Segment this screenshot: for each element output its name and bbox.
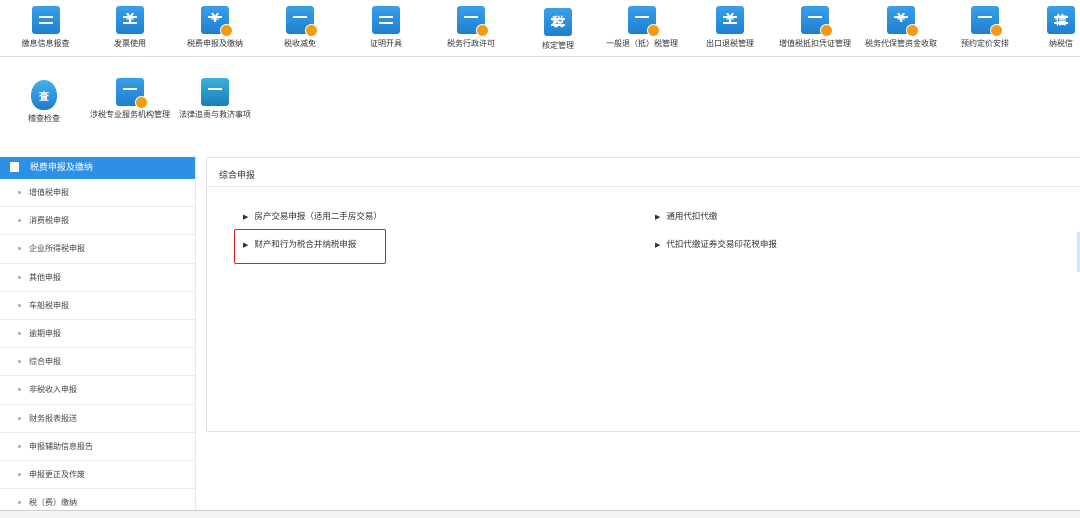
bullet-icon xyxy=(18,501,21,505)
admin-license-icon xyxy=(457,6,489,37)
bullet-icon xyxy=(18,360,21,364)
comprehensive-declaration-panel: 综合申报 xyxy=(206,157,1080,432)
bullet-icon xyxy=(18,303,21,307)
panel-divider xyxy=(207,186,1080,187)
sidebar: 税费申报及缴纳 增值税申报 消费税申报 企业所得税申报 其他申报 车船税申报 逾… xyxy=(0,157,196,518)
sidebar-item-auxiliary-info[interactable]: 申报辅助信息报告 xyxy=(0,433,195,461)
sidebar-item-consumption-tax[interactable]: 消费税申报 xyxy=(0,207,195,236)
refund-icon xyxy=(628,6,660,37)
toolbar-row-secondary: 查 稽查检查 涉税专业服务机构管理 法律追责与救济事项 xyxy=(0,58,1080,154)
sidebar-item-corporate-income-tax[interactable]: 企业所得税申报 xyxy=(0,235,195,264)
tool-vat-voucher[interactable]: 增值税抵扣凭证管理 xyxy=(776,6,854,49)
triangle-right-icon: ▶ xyxy=(655,213,661,221)
tax-menu-icon xyxy=(10,161,19,172)
sidebar-item-financial-statements[interactable]: 财务报表报送 xyxy=(0,405,195,433)
link-property-transaction[interactable]: ▶ 房产交易申报（适用二手房交易） xyxy=(243,210,382,222)
tool-info-report[interactable]: 缴息信息报查 xyxy=(18,6,73,49)
tool-admin-license[interactable]: 税务行政许可 xyxy=(440,6,502,49)
document-icon xyxy=(31,6,60,34)
bullet-icon xyxy=(18,191,21,194)
tool-credit[interactable]: 信 纳税信 xyxy=(1044,6,1078,49)
tool-agency-management[interactable]: 涉税专业服务机构管理 xyxy=(90,78,170,120)
sidebar-item-overdue[interactable]: 逾期申报 xyxy=(0,320,195,349)
tool-tax-relief[interactable]: 税收减免 xyxy=(272,6,328,49)
tool-invoice-use[interactable]: ¥ 发票使用 xyxy=(100,6,160,49)
tool-custody-fund[interactable]: ¥ 税务代保管资金收取 xyxy=(862,6,940,49)
inspection-shield-icon: 查 xyxy=(31,80,57,110)
tool-certificate[interactable]: 证明开具 xyxy=(358,6,414,49)
toolbar-row-primary: 缴息信息报查 ¥ 发票使用 ¥ 税费申报及缴纳 税收减免 证明开具 税务行政许可… xyxy=(0,0,1080,57)
agency-management-icon xyxy=(116,78,148,109)
bullet-icon xyxy=(18,275,21,279)
link-securities-stamp-duty[interactable]: ▶ 代扣代缴证券交易印花税申报 xyxy=(655,238,777,250)
tool-refund[interactable]: 一般退（抵）税管理 xyxy=(602,6,682,49)
triangle-right-icon: ▶ xyxy=(243,241,249,249)
sidebar-item-other[interactable]: 其他申报 xyxy=(0,264,195,292)
sidebar-item-vat[interactable]: 增值税申报 xyxy=(0,179,195,208)
bullet-icon xyxy=(18,219,21,223)
link-property-behavior-tax[interactable]: ▶ 财产和行为税合并纳税申报 xyxy=(243,238,356,250)
custody-fund-icon: ¥ xyxy=(887,6,919,37)
triangle-right-icon: ▶ xyxy=(655,241,661,249)
bullet-icon xyxy=(18,388,21,392)
tool-pricing-arrangement[interactable]: 预约定价安排 xyxy=(956,6,1014,49)
invoice-icon: ¥ xyxy=(116,6,144,34)
export-refund-icon: ¥ xyxy=(716,6,744,34)
bullet-icon xyxy=(18,416,21,420)
tax-payment-icon: ¥ xyxy=(201,6,233,37)
tool-assessment[interactable]: 税 核定管理 xyxy=(530,8,586,51)
bullet-icon xyxy=(18,444,21,448)
sidebar-item-correction[interactable]: 申报更正及作废 xyxy=(0,461,195,490)
pricing-arrangement-icon xyxy=(971,6,1003,37)
vat-voucher-icon xyxy=(801,6,833,37)
certificate-icon xyxy=(372,6,400,34)
assessment-icon: 税 xyxy=(544,8,572,36)
tool-inspection[interactable]: 查 稽查检查 xyxy=(16,80,72,124)
sidebar-item-comprehensive[interactable]: 综合申报 xyxy=(0,348,195,377)
bullet-icon xyxy=(18,472,21,476)
bullet-icon xyxy=(18,247,21,251)
link-general-withholding[interactable]: ▶ 通用代扣代缴 xyxy=(655,210,717,222)
tool-legal-remedy[interactable]: 法律追责与救济事项 xyxy=(177,78,253,120)
sidebar-header-label: 税费申报及缴纳 xyxy=(29,163,93,173)
triangle-right-icon: ▶ xyxy=(243,213,249,221)
sidebar-header[interactable]: 税费申报及缴纳 xyxy=(0,157,195,179)
sidebar-item-non-tax-income[interactable]: 非税收入申报 xyxy=(0,376,195,405)
tool-export-refund[interactable]: ¥ 出口退税管理 xyxy=(700,6,760,49)
tool-tax-payment[interactable]: ¥ 税费申报及缴纳 xyxy=(182,6,248,49)
tax-relief-icon xyxy=(286,6,318,37)
sidebar-item-vehicle-tax[interactable]: 车船税申报 xyxy=(0,292,195,320)
legal-remedy-icon xyxy=(201,78,229,106)
bullet-icon xyxy=(18,331,21,335)
credit-icon: 信 xyxy=(1047,6,1075,34)
panel-title: 综合申报 xyxy=(219,171,256,181)
